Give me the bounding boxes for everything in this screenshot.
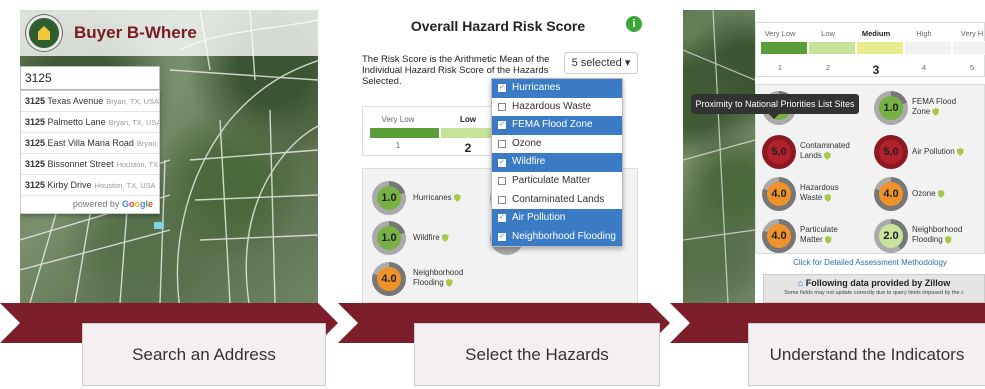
indicator-label: Air Pollution: [912, 147, 964, 157]
shield-icon: [932, 107, 940, 116]
hazard-option[interactable]: Hazardous Waste: [492, 98, 622, 117]
address-search-input[interactable]: [20, 66, 160, 90]
indicator-label: Particulate Matter: [800, 225, 838, 244]
hazard-dropdown: ✓ Hurricanes Hazardous Waste ✓ FEMA Flood …: [491, 78, 623, 248]
panel-title: Overall Hazard Risk Score: [410, 18, 586, 34]
suggestion-item[interactable]: 3125 East Villa Maria RoadBryan,...: [21, 133, 159, 154]
app-header: Buyer B-Where: [20, 10, 318, 56]
scale-label: Medium: [861, 29, 891, 38]
indicator-label: Ozone: [912, 189, 945, 199]
indicator-label: Hurricanes: [413, 193, 461, 203]
hazard-option[interactable]: Ozone: [492, 135, 622, 154]
indicator-label: Neighborhood Flooding: [912, 225, 963, 244]
score-gauge: 5.0: [762, 135, 796, 169]
tooltip: Proximity to National Priorities List Si…: [691, 94, 859, 119]
checkbox-icon[interactable]: ✓: [498, 214, 506, 223]
scale-number: 1: [395, 141, 401, 150]
score-gauge: 5.0: [874, 135, 908, 169]
indicator-label: Wildfire: [413, 233, 449, 243]
score-gauge: 1.0: [874, 91, 908, 125]
satellite-map[interactable]: [683, 10, 755, 303]
indicator-label: Contaminated Lands: [800, 141, 850, 160]
scale-label: Low: [821, 29, 835, 38]
scale-number: 5: [969, 63, 975, 72]
shield-icon: [453, 193, 461, 202]
checkbox-icon[interactable]: [498, 195, 506, 204]
suggestion-item[interactable]: 3125 Palmetto Lane Bryan, TX, USA: [21, 112, 159, 133]
app-title: Buyer B-Where: [74, 23, 197, 42]
risk-scale: Very Low Low Medium High Very H 1 2 3 4 …: [755, 22, 985, 77]
indicator-label: Neighborhood Flooding: [413, 268, 464, 287]
powered-by-google: powered by Google: [72, 199, 153, 209]
hazard-option[interactable]: ✓ Neighborhood Flooding: [492, 227, 622, 247]
step-search-address[interactable]: Search an Address: [82, 323, 326, 386]
checkbox-icon[interactable]: [498, 177, 506, 186]
suggestion-item[interactable]: 3125 Kirby Drive Houston, TX, USA: [21, 175, 159, 196]
score-gauge: 4.0: [372, 262, 406, 296]
score-gauge: 1.0: [372, 221, 406, 255]
hazard-option[interactable]: Contaminated Lands: [492, 191, 622, 210]
shield-icon: [824, 235, 832, 244]
shield-icon: [441, 233, 449, 242]
shield-icon: [937, 189, 945, 198]
score-gauge: 4.0: [762, 177, 796, 211]
risk-scale-bar: [760, 41, 985, 55]
hazard-option[interactable]: ✓ Wildfire: [492, 153, 622, 172]
info-icon[interactable]: i: [626, 16, 642, 32]
hazard-option[interactable]: ✓ FEMA Flood Zone: [492, 116, 622, 135]
app-logo-icon[interactable]: [26, 15, 62, 51]
indicator-label: FEMA Flood Zone: [912, 97, 957, 116]
scale-number: 1: [777, 63, 783, 72]
hazard-option[interactable]: ✓ Air Pollution: [492, 209, 622, 228]
indicator-label: Hazardous Waste: [800, 183, 839, 202]
zillow-data-box: ⌂ Following data provided by Zillow Some…: [763, 274, 985, 303]
shield-icon: [944, 235, 952, 244]
checkbox-icon[interactable]: ✓: [498, 84, 506, 93]
hazard-multiselect-button[interactable]: 5 selected ▾: [564, 52, 638, 74]
checkbox-icon[interactable]: [498, 140, 506, 149]
scale-number: 2: [825, 63, 831, 72]
step-select-hazards[interactable]: Select the Hazards: [414, 323, 660, 386]
step-understand-indicators[interactable]: Understand the Indicators: [748, 323, 985, 386]
shield-icon: [445, 278, 453, 287]
suggestion-item[interactable]: 3125 Texas Avenue Bryan, TX, USA: [21, 91, 159, 112]
score-gauge: 1.0: [372, 181, 406, 215]
search-panel: Buyer B-Where 3125 Texas AvenueBryan, TX…: [20, 10, 318, 303]
zillow-icon: ⌂: [797, 278, 804, 288]
google-logo-icon: Google: [121, 199, 153, 209]
checkbox-icon[interactable]: ✓: [498, 233, 506, 242]
shield-icon: [956, 147, 964, 156]
hazard-option[interactable]: ✓ Hurricanes: [492, 79, 622, 98]
hazard-option[interactable]: Particulate Matter: [492, 172, 622, 191]
hazard-select-panel: Overall Hazard Risk Score i The Risk Sco…: [348, 10, 648, 303]
scale-label: Very Low: [381, 115, 415, 124]
scale-label: Very Low: [764, 29, 796, 38]
scale-number: 3: [872, 63, 880, 77]
checkbox-icon[interactable]: ✓: [498, 158, 506, 167]
scale-number: 4: [921, 63, 927, 72]
suggestion-item[interactable]: 3125 Bissonnet StreetHouston, TX...: [21, 154, 159, 175]
score-gauge: 4.0: [762, 219, 796, 253]
shield-icon: [824, 193, 832, 202]
address-suggestions: 3125 Texas Avenue Bryan, TX, USA 3125 Pal…: [20, 90, 160, 214]
checkbox-icon[interactable]: ✓: [498, 121, 506, 130]
scale-label: Very H: [960, 29, 984, 38]
checkbox-icon[interactable]: [498, 102, 506, 111]
shield-icon: [823, 151, 831, 160]
indicators-panel: Very Low Low Medium High Very H 1 2 3 4 …: [683, 10, 985, 303]
scale-label: High: [916, 29, 932, 38]
score-gauge: 2.0: [874, 219, 908, 253]
score-gauge: 4.0: [874, 177, 908, 211]
methodology-link[interactable]: Click for Detailed Assessment Methodolog…: [755, 258, 985, 267]
